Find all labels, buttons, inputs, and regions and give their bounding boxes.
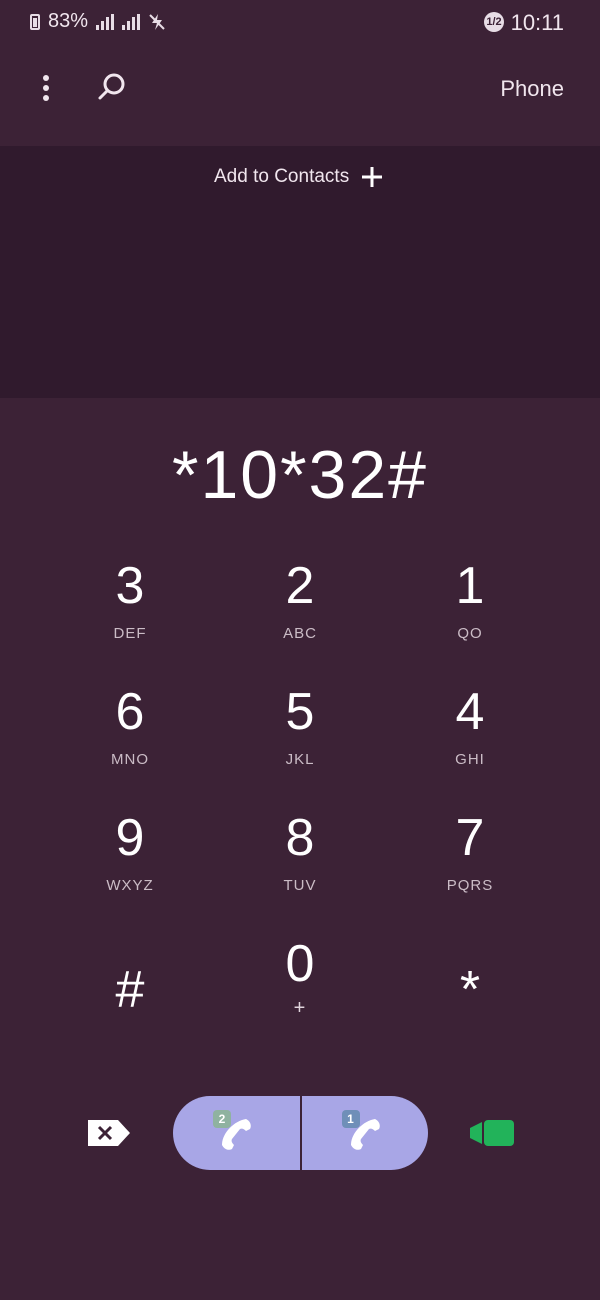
key-letters: ABC [283,625,317,642]
status-time: 10:11 [510,10,564,35]
sim2-call-button[interactable]: 2 [173,1096,300,1170]
key-4[interactable]: 4 GHI [385,681,555,807]
search-icon[interactable] [92,68,132,108]
key-3[interactable]: 3 DEF [45,555,215,681]
video-call-icon[interactable] [468,1118,516,1148]
key-digit: 2 [285,557,315,615]
status-left-group: 83% [30,10,166,33]
key-digit: 5 [285,683,315,741]
key-8[interactable]: 8 TUV [215,807,385,933]
page-title: Phone [500,76,564,101]
sim2-badge: 2 [213,1110,231,1128]
action-row: 2 1 [0,1096,600,1170]
battery-percent: 83% [48,10,89,32]
status-bar: 83% 1/2 10:11 [0,0,600,48]
key-digit: 4 [455,683,485,741]
key-9[interactable]: 9 WXYZ [45,807,215,933]
plus-icon [362,167,383,187]
key-digit: 0 [285,935,315,993]
add-to-contacts-label: Add to Contacts [214,166,350,187]
dialed-number[interactable]: *10*32# [0,436,600,514]
key-digit: 8 [285,809,315,867]
key-digit: # [115,961,145,1019]
key-7[interactable]: 7 PQRS [385,807,555,933]
key-digit: 7 [455,809,485,867]
sim-indicator: 1/2 [484,12,504,32]
key-hash[interactable]: # [45,933,215,1059]
key-5[interactable]: 5 JKL [215,681,385,807]
contacts-panel: Add to Contacts [0,146,600,398]
key-digit: 3 [115,557,145,615]
key-digit: 9 [115,809,145,867]
signal-icon-2 [122,13,141,30]
signal-icon [96,13,115,30]
more-options-icon[interactable] [30,72,62,104]
key-2[interactable]: 2 ABC [215,555,385,681]
no-charge-icon [149,13,165,30]
sim1-badge: 1 [341,1110,360,1128]
key-letters: + [293,997,307,1019]
key-0[interactable]: 0 + [215,933,385,1059]
keypad: 3 DEF 2 ABC 1 QO 6 MNO 5 JKL 4 GHI 9 WXY… [45,555,555,1059]
key-letters: GHI [455,751,485,768]
key-letters: WXYZ [106,877,154,894]
key-letters: MNO [111,751,149,768]
key-digit: 1 [455,557,485,615]
key-letters: DEF [113,625,147,642]
key-letters: JKL [285,751,315,768]
key-digit: 6 [115,683,145,741]
key-star[interactable]: * [385,933,555,1059]
voicemail-label: QO [457,625,483,642]
sim1-call-button[interactable]: 1 [302,1096,429,1170]
backspace-icon[interactable] [86,1116,132,1150]
key-digit: * [459,961,481,1019]
key-1[interactable]: 1 QO [385,555,555,681]
app-header: Phone [0,48,600,146]
add-to-contacts-button[interactable]: Add to Contacts [214,164,385,190]
call-buttons: 2 1 [173,1096,428,1170]
battery-icon [30,13,40,30]
key-letters: PQRS [446,877,494,894]
key-6[interactable]: 6 MNO [45,681,215,807]
key-letters: TUV [283,877,317,894]
